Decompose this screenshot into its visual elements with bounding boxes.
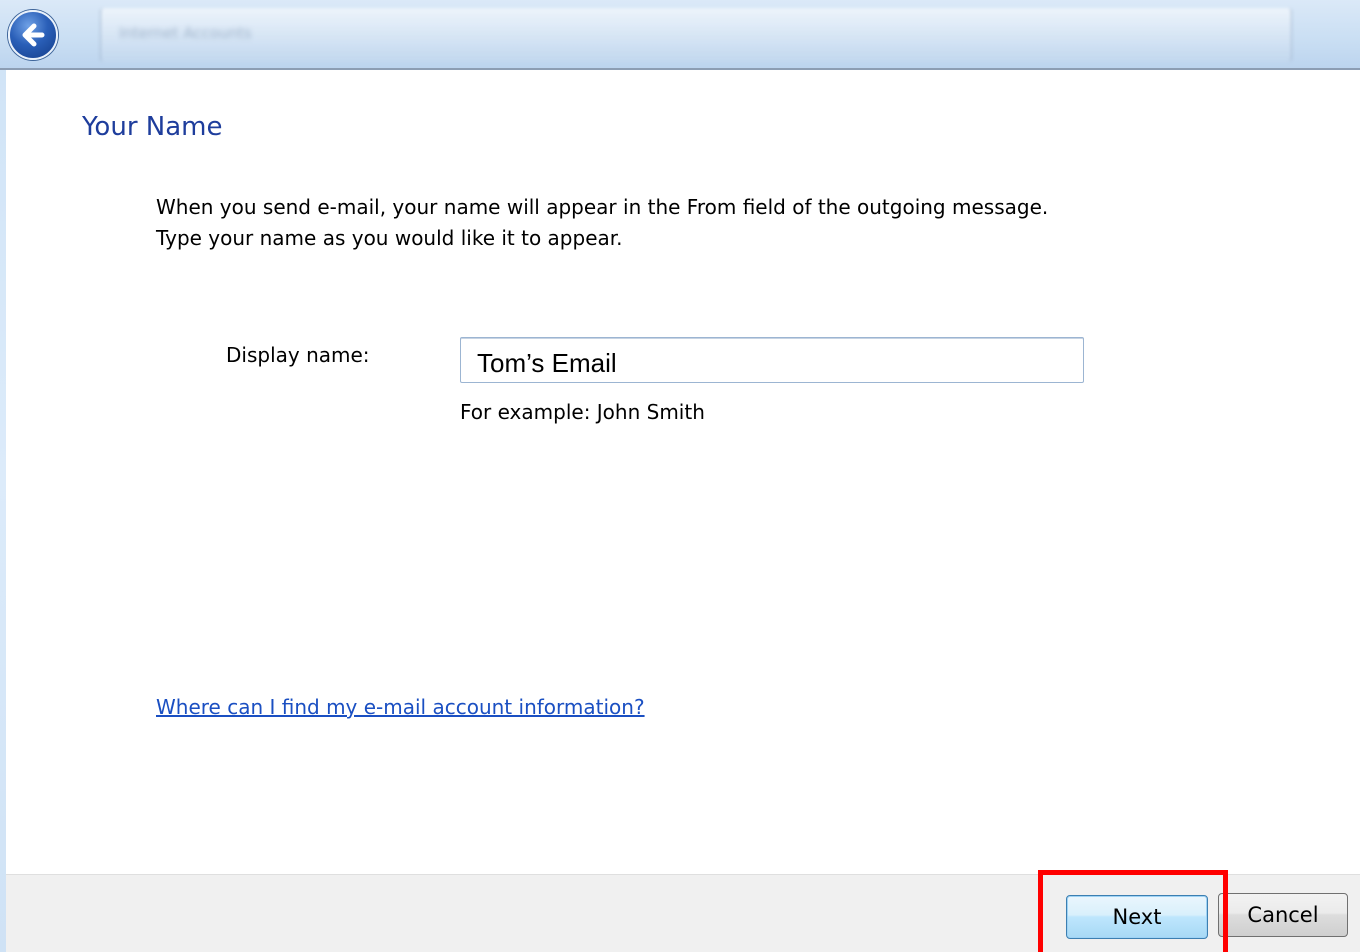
description: When you send e-mail, your name will app… [156,192,1048,254]
back-arrow-icon [22,23,45,47]
description-line-2: Type your name as you would like it to a… [156,226,623,250]
cancel-button[interactable]: Cancel [1218,893,1348,937]
next-button[interactable]: Next [1066,895,1208,939]
account-info-help-link[interactable]: Where can I find my e-mail account infor… [156,695,645,719]
button-bar: Next Cancel [6,874,1360,952]
title-bar: Internet Accounts [0,0,1360,70]
display-name-hint: For example: John Smith [460,400,705,424]
display-name-label: Display name: [226,343,370,367]
page-title: Your Name [82,112,223,142]
window-title: Internet Accounts [119,24,252,42]
window-title-area: Internet Accounts [100,8,1292,62]
display-name-input[interactable] [460,337,1084,383]
wizard-content: Your Name When you send e-mail, your nam… [6,70,1360,874]
back-button[interactable] [8,10,58,60]
description-line-1: When you send e-mail, your name will app… [156,195,1049,219]
